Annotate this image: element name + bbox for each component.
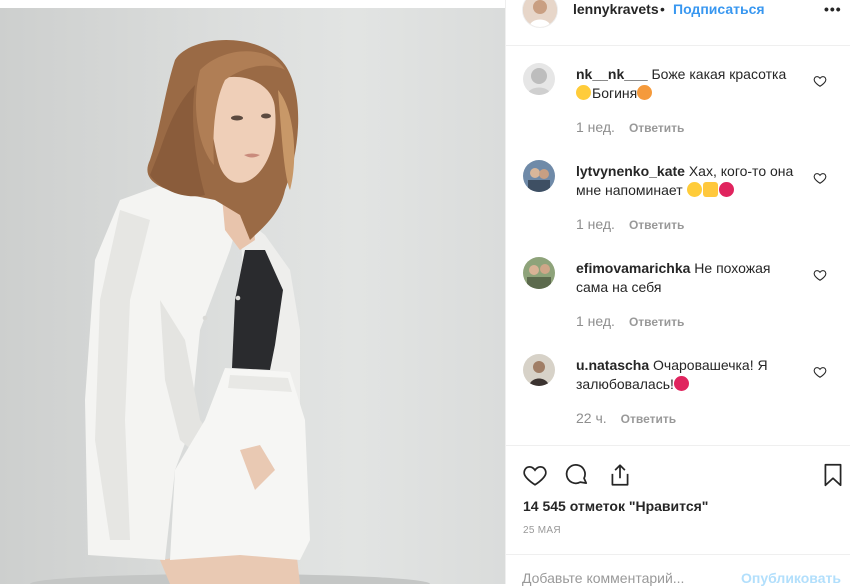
post-side-panel: lennykravets • Подписаться ••• nk__nk___… — [506, 0, 850, 588]
follow-button[interactable]: Подписаться — [673, 1, 765, 17]
comment-time: 1 нед. — [576, 313, 615, 329]
comment-icon[interactable] — [564, 462, 590, 488]
comment-username[interactable]: lytvynenko_kate — [576, 163, 685, 179]
post-photo[interactable] — [0, 8, 506, 584]
comment-time: 1 нед. — [576, 216, 615, 232]
comment-text: u.natascha Очаровашечка! Я залюбовалась! — [576, 356, 798, 394]
photo-illustration — [30, 40, 430, 584]
bookmark-icon[interactable] — [820, 462, 846, 488]
top-strip — [0, 0, 506, 8]
more-horizontal-icon[interactable]: ••• — [824, 1, 842, 17]
reply-button[interactable]: Ответить — [621, 412, 676, 426]
comment-time: 1 нед. — [576, 119, 615, 135]
reply-button[interactable]: Ответить — [629, 218, 684, 232]
comment-username[interactable]: efimovamarichka — [576, 260, 690, 276]
comment-text: lytvynenko_kate Хах, кого-то она мне нап… — [576, 162, 798, 200]
reply-button[interactable]: Ответить — [629, 315, 684, 329]
commenter-avatar[interactable] — [523, 354, 555, 386]
heart-eyes-emoji-icon — [576, 85, 591, 100]
cat-heart-eyes-emoji-icon — [637, 85, 653, 100]
comment-body: Боже какая красотка — [647, 66, 787, 82]
share-icon[interactable] — [607, 462, 633, 488]
comment-text: nk__nk___ Боже какая красотка Богиня — [576, 65, 798, 103]
red-heart-emoji-icon — [673, 376, 689, 391]
header-separator: • — [660, 1, 665, 17]
commenter-avatar[interactable] — [523, 160, 555, 192]
comment-bar-divider — [506, 554, 850, 555]
comment-username[interactable]: u.natascha — [576, 357, 649, 373]
comment-meta: 1 нед. Ответить — [576, 313, 684, 329]
heart-icon[interactable] — [522, 462, 548, 488]
commenter-avatar[interactable] — [523, 257, 555, 289]
actions-divider — [506, 445, 850, 446]
post-header: lennykravets • Подписаться ••• — [506, 0, 850, 46]
comment-like-heart-icon[interactable] — [813, 268, 827, 282]
smirk-emoji-icon — [686, 182, 702, 197]
commenter-avatar[interactable] — [523, 63, 555, 95]
comment-input[interactable] — [522, 568, 752, 588]
comment-like-heart-icon[interactable] — [813, 171, 827, 185]
comment-body-2: Богиня — [592, 85, 638, 101]
thumbs-up-emoji-icon — [702, 182, 718, 197]
likes-count[interactable]: 14 545 отметок "Нравится" — [523, 498, 708, 514]
reply-button[interactable]: Ответить — [629, 121, 684, 135]
red-heart-emoji-icon — [718, 182, 734, 197]
comment-meta: 1 нед. Ответить — [576, 216, 684, 232]
post-date: 25 мая — [523, 525, 561, 536]
comment-username[interactable]: nk__nk___ — [576, 66, 648, 82]
comment-like-heart-icon[interactable] — [813, 365, 827, 379]
comment-text: efimovamarichka Не похожая сама на себя — [576, 259, 798, 297]
author-avatar[interactable] — [522, 0, 558, 28]
comment-meta: 1 нед. Ответить — [576, 119, 684, 135]
comment-time: 22 ч. — [576, 410, 607, 426]
comment-meta: 22 ч. Ответить — [576, 410, 676, 426]
author-username[interactable]: lennykravets — [573, 1, 659, 17]
comment-like-heart-icon[interactable] — [813, 74, 827, 88]
